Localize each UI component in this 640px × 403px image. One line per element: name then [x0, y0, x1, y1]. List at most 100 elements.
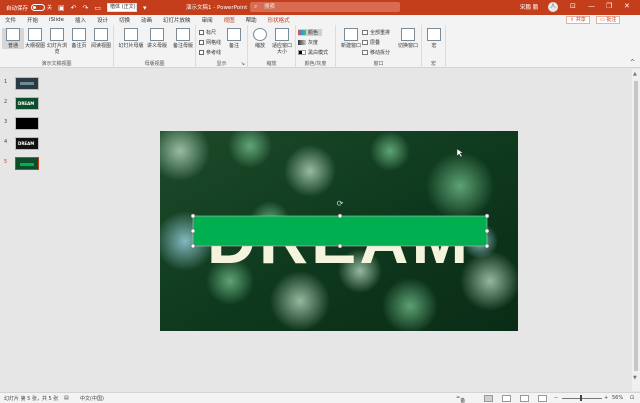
- user-name[interactable]: 宋鹏 鹏: [520, 3, 538, 11]
- notes-button[interactable]: 备注: [224, 28, 244, 49]
- slide-thumbnail-image: [15, 157, 39, 170]
- ruler-label: 标尺: [206, 30, 217, 36]
- grayscale-button[interactable]: 灰度: [298, 39, 318, 46]
- slide-background: DREAM ⟳: [160, 131, 518, 331]
- save-icon[interactable]: ▣: [58, 4, 65, 12]
- collapse-ribbon-icon[interactable]: ^: [630, 59, 635, 66]
- outline-view-button[interactable]: 大纲视图: [24, 28, 46, 49]
- zoom-slider[interactable]: [562, 398, 602, 399]
- switch-window-icon: [401, 28, 415, 41]
- tab-7[interactable]: 幻灯片放映: [163, 16, 191, 24]
- tab-0[interactable]: 文件: [5, 16, 16, 24]
- tab-3[interactable]: 插入: [75, 16, 86, 24]
- reading-view-status-button[interactable]: [520, 395, 529, 402]
- group-show: 标尺 网格线 参考线 备注 显示 ↘: [196, 25, 248, 68]
- slide-thumbnail-image: [15, 77, 39, 90]
- tab-1[interactable]: 开始: [27, 16, 38, 24]
- scrollbar-thumb[interactable]: [634, 81, 638, 371]
- notes-page-button[interactable]: 备注页: [68, 28, 90, 49]
- tab-10[interactable]: 帮助: [246, 16, 257, 24]
- normal-view-button[interactable]: 普通: [2, 28, 24, 49]
- switch-window-button[interactable]: 切换窗口: [394, 28, 422, 49]
- group-label: 母版视图: [144, 61, 165, 67]
- thumb-text: DREAM: [18, 101, 35, 106]
- notes-master-button[interactable]: 备注母版: [168, 28, 198, 49]
- move-split-icon: [362, 50, 368, 55]
- undo-icon[interactable]: ↶: [71, 4, 77, 12]
- slide-thumbnail[interactable]: 5: [4, 157, 40, 171]
- move-split-button[interactable]: 移动拆分: [362, 49, 390, 56]
- ruler-checkbox[interactable]: 标尺: [199, 29, 216, 36]
- reading-view-label: 阅读视图: [90, 43, 111, 49]
- customize-toolbar-icon[interactable]: ▾: [143, 4, 147, 12]
- slideshow-status-button[interactable]: [538, 395, 547, 402]
- scroll-up-icon[interactable]: ▲: [633, 71, 637, 77]
- slide-thumbnail[interactable]: 4 DREAM: [4, 137, 40, 151]
- zoom-button[interactable]: 缩放: [250, 28, 270, 49]
- ribbon-tabs: 文件 开始 iSlide 插入 设计 切换 动画 幻灯片放映 审阅 视图 帮助 形状格式: [0, 15, 640, 26]
- redo-icon[interactable]: ↷: [83, 4, 89, 12]
- autosave-toggle[interactable]: [31, 4, 46, 11]
- scroll-down-icon[interactable]: ▼: [633, 375, 637, 381]
- slide-thumbnail[interactable]: 1: [4, 77, 40, 91]
- present-icon[interactable]: ▭: [94, 4, 101, 12]
- checkbox-box: [199, 30, 204, 35]
- rotate-handle-icon[interactable]: ⟳: [337, 199, 344, 208]
- tab-5[interactable]: 切换: [119, 16, 130, 24]
- tab-8[interactable]: 审阅: [202, 16, 213, 24]
- tab-2[interactable]: iSlide: [49, 17, 64, 23]
- zoom-level[interactable]: 56%: [612, 395, 623, 401]
- comment-button[interactable]: ▭ 批注: [596, 16, 621, 24]
- slide-number: 3: [4, 119, 8, 125]
- group-label: 宏: [430, 61, 436, 67]
- slide-sorter-status-button[interactable]: [502, 395, 511, 402]
- ribbon: 普通 大纲视图 幻灯片浏览 备注页 阅读视图 演示文稿视图 幻灯片母版 讲义母版…: [0, 25, 640, 68]
- macros-button[interactable]: 宏: [423, 28, 445, 49]
- slide-thumbnail[interactable]: 2 DREAM: [4, 97, 40, 111]
- color-mode-button[interactable]: 颜色: [298, 29, 323, 36]
- fit-slide-icon[interactable]: ⊡: [630, 395, 634, 401]
- arrange-all-button[interactable]: 全部重排: [362, 29, 390, 36]
- guides-checkbox[interactable]: 参考线: [199, 49, 221, 56]
- tab-11[interactable]: 形状格式: [268, 16, 290, 24]
- current-slide[interactable]: DREAM ⟳: [160, 131, 518, 331]
- search-box[interactable]: ⌕ 搜索: [250, 2, 400, 12]
- share-button[interactable]: ⇪ 共享: [566, 16, 590, 24]
- close-icon[interactable]: ✕: [624, 2, 630, 10]
- ribbon-display-icon[interactable]: ⊡: [570, 2, 576, 10]
- notes-toggle[interactable]: ≐ 备注: [456, 395, 465, 403]
- handout-master-label: 讲义母版: [146, 43, 167, 49]
- fit-window-button[interactable]: 适应窗口大小: [270, 28, 294, 55]
- cascade-label: 层叠: [370, 40, 381, 46]
- tab-6[interactable]: 动画: [141, 16, 152, 24]
- dialog-launcher-icon[interactable]: ↘: [241, 61, 245, 67]
- font-name-box[interactable]: 楷体 (正文): [107, 3, 138, 12]
- zoom-out-icon[interactable]: −: [554, 395, 558, 401]
- outline-view-label: 大纲视图: [24, 43, 45, 49]
- avatar[interactable]: 人: [548, 2, 558, 12]
- normal-view-status-button[interactable]: [484, 395, 493, 402]
- slide-thumbnail[interactable]: 3: [4, 117, 40, 131]
- group-label: 颜色/灰度: [304, 61, 327, 67]
- spellcheck-icon[interactable]: ▤: [64, 395, 69, 401]
- autosave-state: 关: [47, 5, 53, 11]
- restore-icon[interactable]: ❐: [606, 2, 612, 10]
- minimize-icon[interactable]: —: [588, 2, 595, 10]
- vertical-scrollbar[interactable]: ▲ ▼: [632, 69, 640, 391]
- fit-window-icon: [275, 28, 289, 41]
- slide-thumbnail-image: [15, 117, 39, 130]
- comment-label: 批注: [606, 17, 617, 23]
- gridlines-checkbox[interactable]: 网格线: [199, 39, 221, 46]
- zoom-in-icon[interactable]: +: [604, 395, 608, 401]
- slide-number: 2: [4, 99, 8, 105]
- black-white-swatch-icon: [298, 50, 306, 55]
- tab-4[interactable]: 设计: [97, 16, 108, 24]
- language-indicator[interactable]: 中文(中国): [80, 395, 104, 402]
- reading-view-button[interactable]: 阅读视图: [90, 28, 112, 49]
- slide-sorter-button[interactable]: 幻灯片浏览: [46, 28, 68, 55]
- tab-9[interactable]: 视图: [223, 16, 235, 26]
- black-white-button[interactable]: 黑白模式: [298, 49, 328, 56]
- zoom-slider-knob[interactable]: [580, 395, 582, 401]
- green-bar-shape[interactable]: [193, 216, 487, 246]
- cascade-button[interactable]: 层叠: [362, 39, 380, 46]
